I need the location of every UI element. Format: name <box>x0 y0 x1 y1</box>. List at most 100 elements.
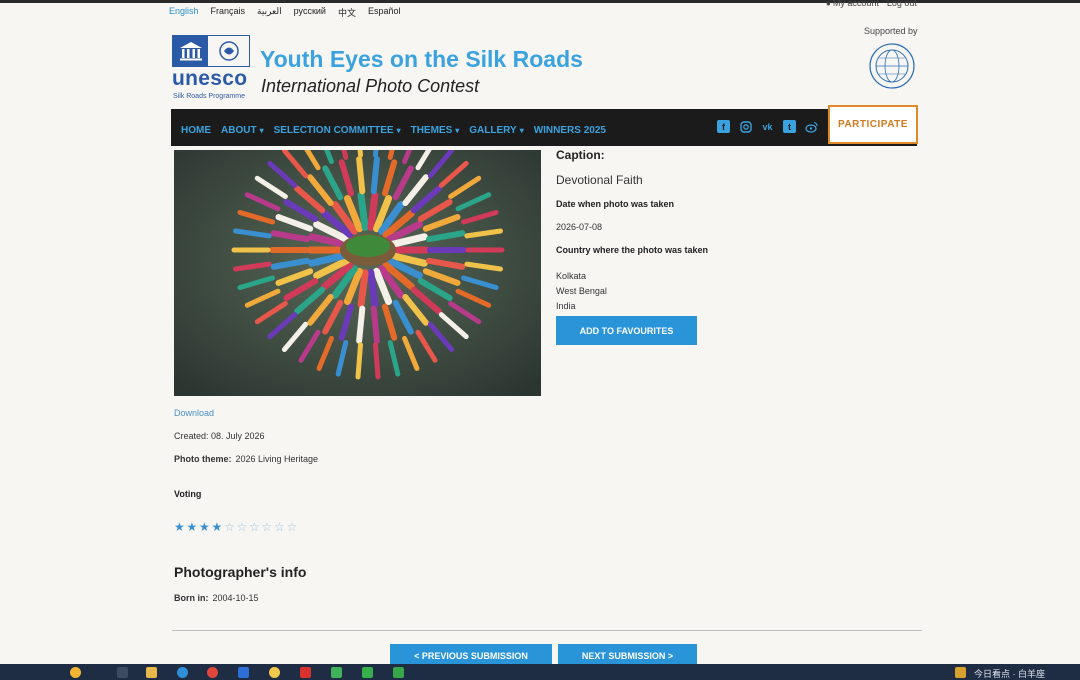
born-in: Born in: 2004-10-15 <box>174 593 259 603</box>
photo-figure <box>367 191 379 231</box>
star-icon[interactable]: ☆ <box>237 520 250 534</box>
star-icon[interactable]: ☆ <box>274 520 287 534</box>
weibo-icon[interactable] <box>805 120 818 133</box>
photo-figure <box>367 269 379 309</box>
previous-submission-button[interactable]: < PREVIOUS SUBMISSION <box>390 644 552 664</box>
twitter-icon[interactable]: t <box>783 120 796 133</box>
caption-label: Caption: <box>556 148 605 162</box>
lang-chinese[interactable]: 中文 <box>338 6 356 19</box>
nav-gallery[interactable]: GALLERY ▾ <box>469 125 523 136</box>
chevron-down-icon: ▾ <box>519 126 524 135</box>
facebook-icon[interactable]: f <box>717 120 730 133</box>
photo-figure <box>370 156 380 195</box>
app-icon[interactable] <box>331 667 342 678</box>
temple-icon <box>173 36 209 66</box>
divider <box>172 630 922 631</box>
site-subtitle: International Photo Contest <box>261 76 480 96</box>
nav-about[interactable]: ABOUT ▾ <box>221 125 264 136</box>
star-icon[interactable]: ★ <box>212 520 225 534</box>
app-icon[interactable] <box>238 667 249 678</box>
top-edge <box>0 0 1080 3</box>
account-links: ● My account Log out <box>826 0 917 8</box>
add-to-favourites-button[interactable]: ADD TO FAVOURITES <box>556 316 697 345</box>
photo-figure <box>372 150 379 158</box>
weather-icon[interactable] <box>70 667 81 678</box>
silk-roads-seal-icon <box>208 36 249 66</box>
voting-heading: Voting <box>174 489 202 499</box>
task-view-icon[interactable] <box>117 667 128 678</box>
lang-french[interactable]: Français <box>211 6 246 19</box>
site-title[interactable]: Youth Eyes on the Silk Roads <box>260 46 583 73</box>
location-region: West Bengal <box>556 286 607 296</box>
main-nav: HOME ABOUT ▾ SELECTION COMMITTEE ▾ THEMES ▾… <box>171 109 917 146</box>
unesco-wordmark: unesco <box>172 67 248 90</box>
language-switcher: English Français العربية русский 中文 Espa… <box>169 6 413 19</box>
photo-theme-value: 2026 Living Heritage <box>235 454 319 464</box>
news-icon[interactable] <box>955 667 966 678</box>
nav-selection-committee[interactable]: SELECTION COMMITTEE ▾ <box>274 125 401 136</box>
date-label: Date when photo was taken <box>556 199 675 209</box>
nav-home[interactable]: HOME <box>181 125 211 136</box>
user-icon: ● <box>826 0 831 8</box>
lang-english[interactable]: English <box>169 6 199 19</box>
lang-russian[interactable]: русский <box>294 6 326 19</box>
photo-theme: Photo theme: 2026 Living Heritage <box>174 454 318 464</box>
chevron-down-icon: ▾ <box>259 126 264 135</box>
app-icon[interactable] <box>393 667 404 678</box>
star-icon[interactable]: ☆ <box>262 520 275 534</box>
logout-link[interactable]: Log out <box>887 0 917 8</box>
partner-globe-logo[interactable] <box>866 40 918 92</box>
unesco-emblem <box>172 35 250 67</box>
photo-figure <box>356 305 366 344</box>
app-icon[interactable] <box>300 667 311 678</box>
photo-figure <box>372 342 381 380</box>
lang-arabic[interactable]: العربية <box>257 6 282 19</box>
vk-icon[interactable]: vk <box>761 120 774 133</box>
created-date: Created: 08. July 2026 <box>174 431 265 441</box>
chrome-icon[interactable] <box>207 667 218 678</box>
star-icon[interactable]: ☆ <box>249 520 262 534</box>
location-country: India <box>556 301 576 311</box>
my-account-link[interactable]: ● My account <box>826 0 879 8</box>
download-link[interactable]: Download <box>174 408 214 418</box>
submission-photo[interactable] <box>174 150 541 396</box>
date-value: 2026-07-08 <box>556 222 603 232</box>
photo-figure <box>356 156 366 195</box>
star-icon[interactable]: ★ <box>199 520 212 534</box>
star-icon[interactable]: ☆ <box>287 520 300 534</box>
browser-page: English Français العربية русский 中文 Espa… <box>0 0 1080 664</box>
participate-button[interactable]: PARTICIPATE <box>828 105 918 144</box>
photo-theme-label: Photo theme: <box>174 454 232 464</box>
born-in-label: Born in: <box>174 593 209 603</box>
chevron-down-icon: ▾ <box>396 126 401 135</box>
photographer-info-heading: Photographer's info <box>174 564 307 580</box>
star-icon[interactable]: ☆ <box>224 520 237 534</box>
country-label: Country where the photo was taken <box>556 245 709 255</box>
caption-value: Devotional Faith <box>556 173 643 187</box>
social-links: f vk t <box>717 120 818 133</box>
photo-figure <box>357 269 369 309</box>
nav-winners-2025[interactable]: WINNERS 2025 <box>534 125 606 136</box>
location-city: Kolkata <box>556 271 587 281</box>
photo-figure <box>357 191 369 231</box>
browser-icon[interactable] <box>269 667 280 678</box>
edge-icon[interactable] <box>177 667 188 678</box>
photo-figure <box>370 305 380 344</box>
nav-themes[interactable]: THEMES ▾ <box>411 125 460 136</box>
next-submission-button[interactable]: NEXT SUBMISSION > <box>558 644 697 664</box>
chevron-down-icon: ▾ <box>455 126 460 135</box>
instagram-icon[interactable] <box>739 120 752 133</box>
lang-spanish[interactable]: Español <box>368 6 401 19</box>
photo-figure <box>357 150 364 158</box>
file-explorer-icon[interactable] <box>146 667 157 678</box>
wechat-icon[interactable] <box>362 667 373 678</box>
unesco-logo[interactable]: unesco Silk Roads Programme <box>172 35 252 103</box>
photo-figure <box>355 342 364 380</box>
star-rating[interactable]: ★ ★ ★ ★ ☆ ☆ ☆ ☆ ☆ ☆ <box>174 520 299 534</box>
taskbar-news-text[interactable]: 今日看点 · 白羊座 <box>974 667 1045 680</box>
star-icon[interactable]: ★ <box>187 520 200 534</box>
programme-name: Silk Roads Programme <box>173 93 245 100</box>
born-in-value: 2004-10-15 <box>212 593 259 603</box>
os-taskbar: 今日看点 · 白羊座 <box>0 664 1080 680</box>
star-icon[interactable]: ★ <box>174 520 187 534</box>
